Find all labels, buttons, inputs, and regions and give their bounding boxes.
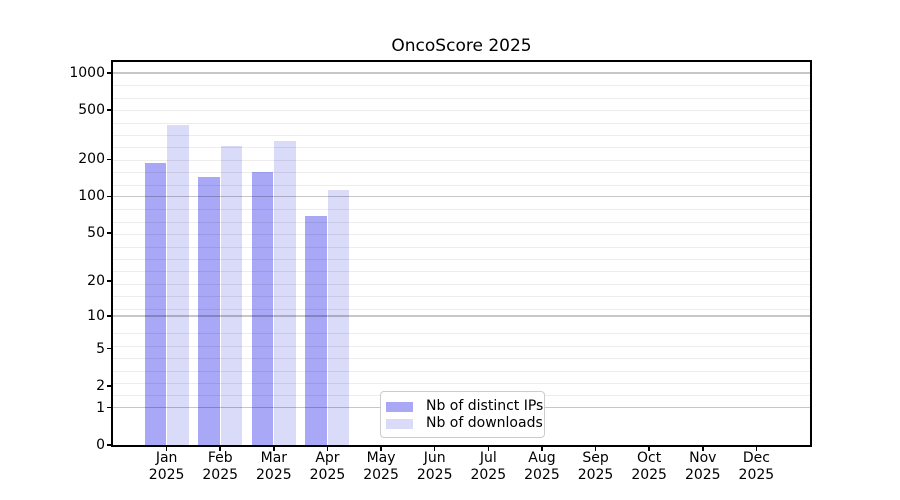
- legend-row: Nb of downloads: [386, 415, 543, 432]
- y-tick-label: 10: [87, 307, 105, 324]
- x-tick-label-dec: Dec 2025: [738, 450, 775, 483]
- figure-canvas: OncoScore 2025 0 1 2 5 10 20 50 100 200 500 1000 J…: [0, 0, 900, 500]
- y-tick-label: 200: [78, 151, 105, 168]
- y-tick-mark: [107, 72, 112, 74]
- y-tick-mark: [107, 347, 112, 350]
- y-tick-mark: [107, 109, 112, 111]
- y-tick-mark: [107, 195, 112, 198]
- y-tick-label: 1000: [69, 64, 105, 81]
- y-tick-label: 5: [96, 340, 105, 357]
- y-tick-mark: [107, 232, 112, 235]
- legend-label: Nb of distinct IPs: [426, 398, 544, 414]
- y-tick-mark: [107, 444, 112, 446]
- y-tick-mark: [107, 158, 112, 161]
- y-tick-mark: [107, 315, 112, 317]
- y-tick-label: 100: [78, 188, 105, 205]
- legend-label: Nb of downloads: [426, 415, 543, 431]
- y-tick-label: 20: [87, 273, 105, 290]
- legend-row: Nb of distinct IPs: [386, 398, 543, 415]
- chart-title: OncoScore 2025: [391, 36, 532, 56]
- y-tick-label: 2: [96, 377, 105, 394]
- y-tick-label: 1: [96, 399, 105, 416]
- y-tick-mark: [107, 280, 112, 282]
- y-tick-mark: [107, 385, 112, 387]
- legend: Nb of distinct IPs Nb of downloads: [380, 391, 545, 438]
- legend-swatch-downloads: [386, 418, 413, 429]
- y-tick-label: 500: [78, 102, 105, 119]
- y-tick-label: 0: [96, 437, 105, 453]
- y-tick-label: 50: [87, 225, 105, 242]
- y-tick-mark: [107, 406, 112, 409]
- plot-frame: [111, 60, 812, 447]
- legend-swatch-ips: [386, 401, 413, 412]
